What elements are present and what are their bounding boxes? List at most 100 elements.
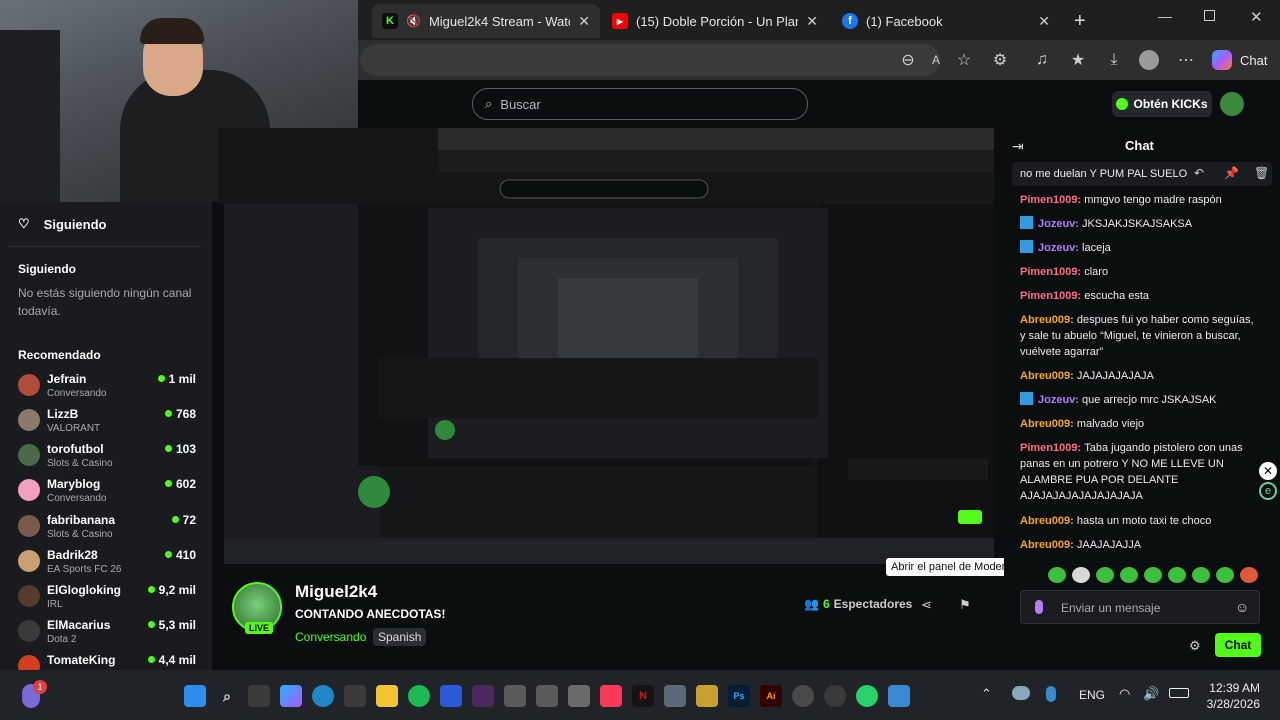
close-tab-icon[interactable]: ✕	[1038, 13, 1050, 30]
volume-icon[interactable]: 🔊	[1143, 686, 1159, 702]
emote-icon[interactable]	[1072, 567, 1090, 583]
chat-username[interactable]: Pimen1009	[1020, 442, 1077, 454]
more-options-icon[interactable]: ⋯	[1174, 48, 1198, 72]
trash-icon[interactable]: 🗑	[1254, 166, 1269, 180]
recommended-channel[interactable]: ElMacarius Dota 2 5,3 mil	[18, 618, 196, 653]
wifi-icon[interactable]: ◠	[1119, 686, 1130, 702]
favorites-icon[interactable]: ★	[1066, 48, 1090, 72]
chat-username[interactable]: Pimen1009	[1020, 194, 1077, 206]
close-tab-icon[interactable]: ✕	[578, 13, 590, 30]
app-icon[interactable]	[472, 685, 494, 707]
chat-username[interactable]: Abreu009	[1020, 418, 1070, 430]
chat-username[interactable]: Abreu009	[1020, 539, 1070, 551]
music-icon[interactable]	[600, 685, 622, 707]
user-avatar[interactable]	[1220, 92, 1244, 116]
chevron-up-icon[interactable]: ⌃	[981, 686, 992, 702]
minimize-button[interactable]: —	[1158, 8, 1172, 24]
chat-username[interactable]: Jozeuv	[1038, 218, 1075, 230]
onedrive-icon[interactable]	[1012, 686, 1030, 700]
emote-icon[interactable]	[1168, 567, 1186, 583]
language-tag[interactable]: Spanish	[373, 628, 427, 646]
profile-avatar[interactable]	[1139, 50, 1159, 70]
favorite-star-icon[interactable]: ☆	[952, 48, 976, 72]
undo-icon[interactable]: ↶	[1194, 166, 1204, 180]
recommended-channel[interactable]: torofutbol Slots & Casino 103	[18, 442, 196, 477]
chat-username[interactable]: Pimen1009	[1020, 266, 1077, 278]
zoom-icon[interactable]: ⊖	[896, 48, 920, 72]
input-language[interactable]: ENG	[1079, 688, 1105, 702]
address-bar[interactable]	[360, 44, 940, 76]
following-header[interactable]: ♡ Siguiendo	[18, 216, 107, 232]
muted-speaker-icon[interactable]: 🔇	[406, 14, 421, 28]
illustrator-icon[interactable]: Ai	[760, 685, 782, 707]
emote-icon[interactable]	[1120, 567, 1138, 583]
emoji-icon[interactable]: ☺	[1235, 599, 1249, 615]
streamer-name[interactable]: Miguel2k4	[295, 582, 377, 602]
restore-button[interactable]	[1204, 10, 1215, 21]
clock-time[interactable]: 12:39 AM	[1206, 681, 1260, 695]
tab-kick[interactable]: K 🔇 Miguel2k4 Stream - Watch L ✕	[372, 4, 600, 38]
battery-icon[interactable]	[1169, 688, 1189, 698]
microphone-icon[interactable]	[1035, 600, 1043, 614]
overlay-extension-icon[interactable]: e	[1259, 482, 1277, 500]
netflix-icon[interactable]: N	[632, 685, 654, 707]
collapse-chat-icon[interactable]: ⇥	[1012, 138, 1024, 155]
emote-icon[interactable]	[1192, 567, 1210, 583]
taskbar-search-icon[interactable]: ⌕	[216, 685, 238, 707]
extensions-icon[interactable]: ⚙	[988, 48, 1012, 72]
copilot-chat-button[interactable]: Chat	[1212, 50, 1267, 70]
close-overlay-icon[interactable]: ✕	[1259, 462, 1277, 480]
task-view-icon[interactable]	[248, 685, 270, 707]
app-icon[interactable]	[536, 685, 558, 707]
clock-date[interactable]: 3/28/2026	[1202, 697, 1260, 711]
chat-username[interactable]: Pimen1009	[1020, 290, 1077, 302]
search-input[interactable]: ⌕ Buscar	[472, 88, 808, 120]
chat-username[interactable]: Abreu009	[1020, 370, 1070, 382]
chat-settings-icon[interactable]: ⚙	[1189, 638, 1201, 654]
send-chat-button[interactable]: Chat	[1215, 633, 1261, 657]
store-icon[interactable]	[344, 685, 366, 707]
emote-icon[interactable]	[1048, 567, 1066, 583]
close-tab-icon[interactable]: ✕	[806, 13, 818, 30]
media-icon[interactable]: ♫	[1030, 48, 1054, 72]
recommended-channel[interactable]: LizzB VALORANT 768	[18, 407, 196, 442]
security-icon[interactable]	[440, 685, 462, 707]
chat-username[interactable]: Abreu009	[1020, 314, 1070, 326]
get-kicks-button[interactable]: Obtén KICKs	[1112, 91, 1212, 117]
edge-icon[interactable]	[312, 685, 334, 707]
share-icon[interactable]: ⋖	[921, 597, 932, 613]
app-icon[interactable]	[824, 685, 846, 707]
spotify-icon[interactable]	[408, 685, 430, 707]
video-player[interactable]	[218, 128, 994, 564]
copilot-taskbar-icon[interactable]	[280, 685, 302, 707]
file-explorer-icon[interactable]	[376, 685, 398, 707]
chat-username[interactable]: Jozeuv	[1038, 394, 1075, 406]
emote-icon[interactable]	[1240, 567, 1258, 583]
read-aloud-icon[interactable]: A	[924, 48, 948, 72]
app-icon[interactable]	[664, 685, 686, 707]
app-icon[interactable]	[888, 685, 910, 707]
photoshop-icon[interactable]: Ps	[728, 685, 750, 707]
recommended-channel[interactable]: Jefrain Conversando 1 mil	[18, 372, 196, 407]
recommended-channel[interactable]: ElGlogloking IRL 9,2 mil	[18, 583, 196, 618]
microphone-tray-icon[interactable]	[1046, 686, 1056, 702]
chat-username[interactable]: Jozeuv	[1038, 242, 1075, 254]
moderation-panel-icon[interactable]: ⚑	[959, 597, 971, 613]
stream-category[interactable]: Conversando	[295, 630, 366, 644]
downloads-icon[interactable]: ⤓	[1102, 48, 1126, 72]
pin-icon[interactable]: 📌	[1224, 166, 1239, 180]
close-window-button[interactable]: ✕	[1250, 8, 1263, 26]
emote-icon[interactable]	[1096, 567, 1114, 583]
app-icon[interactable]	[792, 685, 814, 707]
recommended-channel[interactable]: Maryblog Conversando 602	[18, 477, 196, 512]
recommended-channel[interactable]: fabribanana Slots & Casino 72	[18, 513, 196, 548]
emote-icon[interactable]	[1144, 567, 1162, 583]
chat-input[interactable]: Enviar un mensaje ☺	[1020, 590, 1260, 624]
recommended-channel[interactable]: TomateKing 4,4 mil	[18, 653, 196, 670]
chat-username[interactable]: Abreu009	[1020, 515, 1070, 527]
tab-youtube[interactable]: ▶ (15) Doble Porción - Un Plan Pal ✕	[602, 4, 828, 38]
tab-facebook[interactable]: f (1) Facebook ✕	[832, 4, 1060, 38]
app-icon[interactable]	[568, 685, 590, 707]
emote-icon[interactable]	[1216, 567, 1234, 583]
start-windows-icon[interactable]	[184, 685, 206, 707]
